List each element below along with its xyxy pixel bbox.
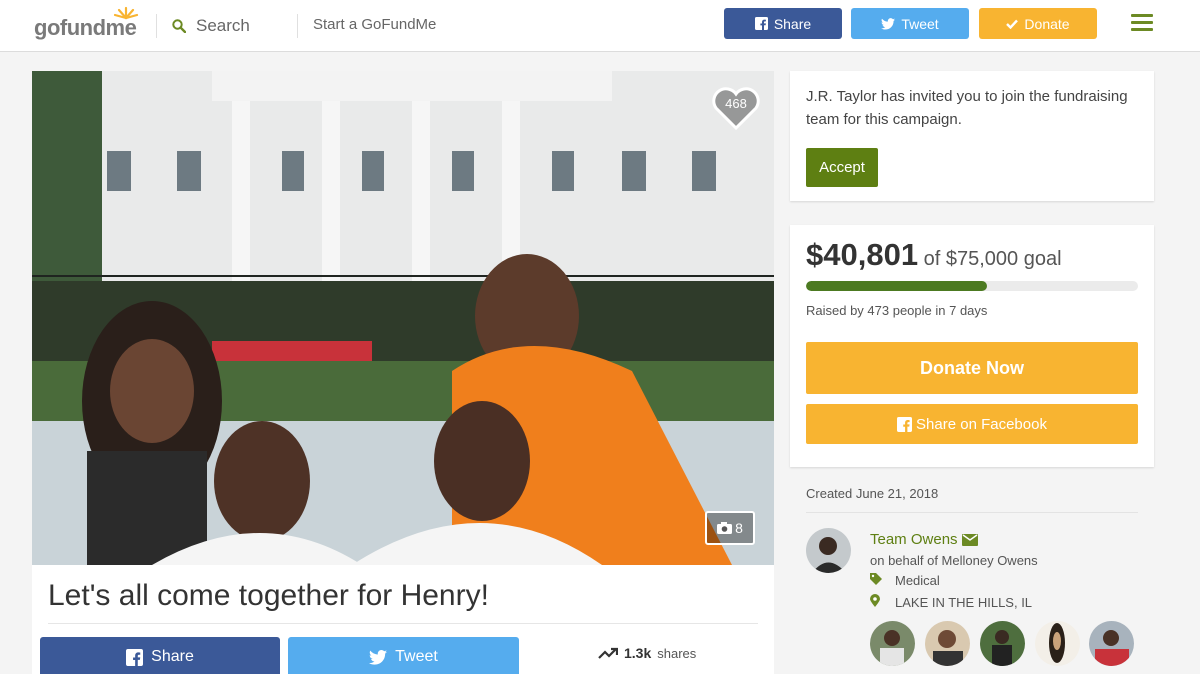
header-donate-button[interactable]: Donate	[979, 8, 1097, 39]
share-button[interactable]: Share	[40, 637, 280, 674]
tag-icon	[870, 573, 882, 585]
raised-by-text: Raised by 473 people in 7 days	[806, 303, 988, 318]
hamburger-menu-icon[interactable]	[1131, 14, 1153, 32]
raised-amount: $40,801	[806, 237, 919, 272]
team-invite-card: J.R. Taylor has invited you to join the …	[790, 71, 1154, 201]
photo-gallery-button[interactable]: 8	[705, 511, 755, 545]
tweet-label: Tweet	[395, 648, 438, 665]
progress-bar	[806, 281, 1138, 291]
location-row: LAKE IN THE HILLS, IL	[870, 594, 1032, 610]
share-label: Share	[151, 648, 194, 665]
site-header: gofundme Search Start a GoFundMe Share T…	[0, 0, 1200, 52]
team-member-avatar[interactable]	[1035, 621, 1080, 666]
search-button[interactable]: Search	[172, 14, 250, 38]
tweet-button[interactable]: Tweet	[288, 637, 519, 674]
header-tweet-label: Tweet	[901, 15, 939, 32]
team-member-avatar[interactable]	[980, 621, 1025, 666]
campaign-photo[interactable]	[32, 71, 774, 565]
heart-count: 468	[725, 96, 747, 111]
facebook-icon	[126, 648, 144, 666]
created-date: Created June 21, 2018	[806, 486, 939, 501]
progress-fill	[806, 281, 987, 291]
map-pin-icon	[870, 594, 880, 607]
team-member-avatar[interactable]	[1089, 621, 1134, 666]
on-behalf-of: on behalf of Melloney Owens	[870, 553, 1038, 568]
team-member-avatar[interactable]	[925, 621, 970, 666]
header-share-label: Share	[773, 15, 812, 32]
photo-count: 8	[735, 520, 743, 536]
shares-count: 1.3k shares	[598, 645, 696, 661]
divider	[48, 623, 758, 624]
header-share-button[interactable]: Share	[724, 8, 842, 39]
facebook-icon	[897, 416, 913, 432]
team-member-avatar[interactable]	[870, 621, 915, 666]
gofundme-logo[interactable]: gofundme	[34, 6, 140, 42]
envelope-icon[interactable]	[961, 533, 978, 546]
checkmark-icon	[1006, 19, 1019, 29]
shares-label: shares	[657, 645, 697, 661]
category-row: Medical	[870, 573, 940, 588]
funding-card: $40,801 of $75,000 goal Raised by 473 pe…	[790, 225, 1154, 467]
header-donate-label: Donate	[1024, 15, 1070, 32]
camera-icon	[717, 522, 733, 534]
share-on-facebook-button[interactable]: Share on Facebook	[806, 404, 1138, 444]
share-on-facebook-label: Share on Facebook	[916, 415, 1047, 433]
family-photo-image	[32, 71, 774, 565]
shares-number: 1.3k	[624, 645, 652, 661]
header-divider	[156, 14, 157, 38]
donate-now-button[interactable]: Donate Now	[806, 342, 1138, 394]
accept-button[interactable]: Accept	[806, 148, 878, 187]
header-divider	[297, 14, 298, 38]
campaign-title: Let's all come together for Henry!	[48, 579, 489, 612]
facebook-icon	[754, 17, 768, 30]
sun-icon	[113, 6, 139, 20]
twitter-icon	[369, 649, 388, 665]
goal-text: of $75,000 goal	[923, 248, 1062, 270]
search-icon	[172, 19, 186, 33]
organizer-name: Team Owens	[870, 531, 958, 548]
trending-up-icon	[598, 647, 618, 659]
search-label: Search	[196, 16, 250, 35]
divider	[806, 512, 1138, 513]
twitter-icon	[881, 17, 896, 30]
start-gofundme-link[interactable]: Start a GoFundMe	[313, 16, 436, 33]
location-text: LAKE IN THE HILLS, IL	[895, 594, 1033, 610]
organizer-name-link[interactable]: Team Owens	[870, 531, 978, 548]
category-link[interactable]: Medical	[895, 573, 940, 588]
header-tweet-button[interactable]: Tweet	[851, 8, 969, 39]
amount-raised: $40,801 of $75,000 goal	[806, 237, 1062, 273]
organizer-avatar[interactable]	[806, 528, 851, 573]
invite-text: J.R. Taylor has invited you to join the …	[806, 88, 1128, 128]
